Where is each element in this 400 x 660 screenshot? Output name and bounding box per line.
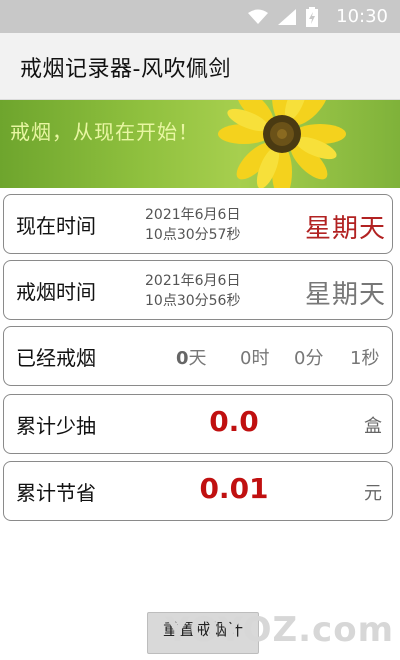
banner-slogan: 戒烟，从现在开始！	[10, 120, 199, 144]
current-time-label: 现在时间	[16, 214, 96, 238]
status-time: 10:30	[336, 6, 388, 27]
less-smoked-value: 0.0	[209, 405, 259, 438]
quit-weekday: 星期天	[304, 280, 386, 310]
watermark: YOYOZ.com	[165, 610, 394, 650]
current-datetime: 2021年6月6日 10点30分57秒	[145, 205, 240, 245]
elapsed-hours: 0时	[240, 348, 270, 369]
current-clock: 10点30分57秒	[145, 227, 241, 243]
sunflower-icon	[218, 100, 346, 188]
current-date: 2021年6月6日	[145, 207, 241, 223]
wifi-icon	[248, 9, 268, 24]
elapsed-minutes: 0分	[294, 348, 324, 369]
quit-date: 2021年6月6日	[145, 273, 241, 289]
battery-icon	[306, 7, 318, 27]
quit-clock: 10点30分56秒	[145, 293, 241, 309]
app-title: 戒烟记录器-风吹佩剑	[20, 57, 231, 82]
elapsed-label: 已经戒烟	[16, 346, 96, 370]
saved-row: 累计节省 0.01 元	[3, 461, 393, 521]
signal-icon	[278, 9, 296, 25]
elapsed-row: 已经戒烟 0天 0时 0分 1秒	[3, 326, 393, 386]
current-time-row: 现在时间 2021年6月6日 10点30分57秒 星期天	[3, 194, 393, 254]
saved-unit: 元	[364, 483, 382, 504]
saved-value: 0.01	[199, 472, 269, 505]
banner: 戒烟，从现在开始！	[0, 100, 400, 188]
less-smoked-unit: 盒	[364, 416, 382, 437]
app-bar: 戒烟记录器-风吹佩剑	[0, 33, 400, 100]
elapsed-seconds: 1秒	[350, 348, 380, 369]
elapsed-days: 0天	[176, 348, 207, 369]
quit-time-label: 戒烟时间	[16, 280, 96, 304]
current-weekday: 星期天	[304, 214, 386, 244]
quit-datetime: 2021年6月6日 10点30分56秒	[145, 271, 240, 311]
status-bar: 10:30	[0, 0, 400, 33]
less-smoked-row: 累计少抽 0.0 盒	[3, 394, 393, 454]
quit-time-row[interactable]: 戒烟时间 2021年6月6日 10点30分56秒 星期天	[3, 260, 393, 320]
